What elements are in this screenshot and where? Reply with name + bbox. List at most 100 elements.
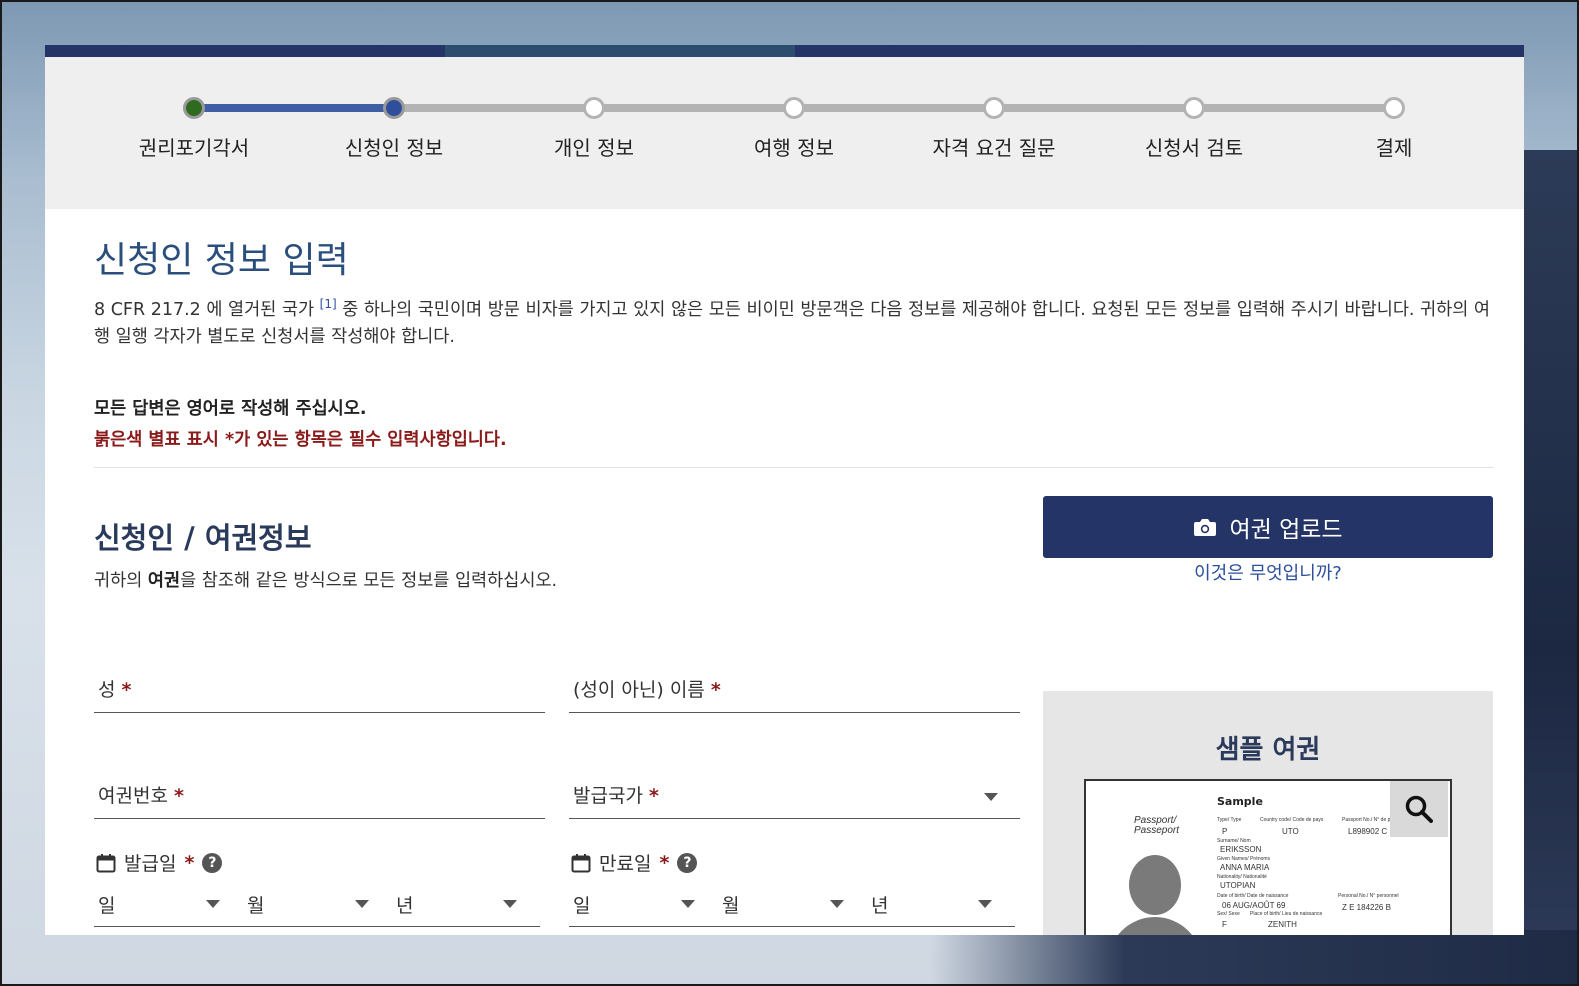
divider: [94, 467, 1494, 468]
chevron-down-icon: [984, 793, 998, 801]
help-icon[interactable]: ?: [202, 852, 223, 873]
pp-field-label: Personal No./ N° personnel: [1338, 893, 1399, 899]
step-dot-6: [1183, 97, 1205, 119]
issue-date-selects: 일 월 년: [94, 887, 540, 927]
pp-field-label: Sex/ Sexe: [1217, 911, 1240, 917]
pp-field-value: F: [1222, 920, 1227, 929]
pp-field-label: Country code/ Code de pays: [1260, 817, 1324, 823]
upload-label: 여권 업로드: [1229, 517, 1343, 543]
track-todo: [394, 104, 1394, 112]
top-bar: [45, 45, 1524, 57]
subtitle-part: 을 참조해 같은 방식으로 모든 정보를 입력하십시오.: [180, 571, 558, 591]
portrait-silhouette-body: [1108, 917, 1202, 935]
passport-number-field[interactable]: 여권번호 *: [94, 773, 545, 819]
issue-date-label: 발급일 *?: [96, 849, 223, 876]
footnote-link[interactable]: [1]: [320, 297, 337, 311]
given-name-label: (성이 아닌) 이름: [573, 679, 705, 701]
required-mark: *: [648, 785, 659, 807]
passport-number-label: 여권번호: [98, 785, 168, 807]
pp-field-value: L898902 C: [1348, 827, 1388, 836]
english-note: 모든 답변은 영어로 작성해 주십시오.: [94, 398, 367, 419]
intro-text: 8 CFR 217.2 에 열거된 국가 [1] 중 하나의 국민이며 방문 비…: [94, 291, 1494, 351]
chevron-down-icon: [355, 900, 369, 908]
pp-field-label: Place of birth/ Lieu de naissance: [1250, 911, 1323, 917]
required-mark: *: [710, 679, 721, 701]
page-content: 신청인 정보 입력 8 CFR 217.2 에 열거된 국가 [1] 중 하나의…: [94, 209, 1495, 451]
chevron-down-icon: [978, 900, 992, 908]
pp-field-value: Z E 184226 B: [1342, 903, 1391, 912]
issue-year-select[interactable]: 년: [396, 891, 413, 918]
issue-day-select[interactable]: 일: [98, 891, 115, 918]
given-name-field[interactable]: (성이 아닌) 이름 *: [569, 667, 1020, 713]
pp-field-value: ZENITH: [1268, 920, 1297, 929]
passport-upload-button[interactable]: 여권 업로드: [1043, 496, 1493, 558]
issuing-country-select[interactable]: 발급국가 *: [569, 773, 1020, 819]
step-label-personal: 개인 정보: [554, 136, 634, 160]
section-subtitle: 귀하의 여권을 참조해 같은 방식으로 모든 정보를 입력하십시오.: [94, 567, 557, 592]
issuing-country-label: 발급국가: [573, 785, 643, 807]
pp-field-label: Date of birth/ Date de naissance: [1217, 893, 1289, 899]
expiry-month-select[interactable]: 월: [722, 891, 739, 918]
progress-stepper: 권리포기각서 신청인 정보 개인 정보 여행 정보 자격 요건 질문 신청서 검…: [45, 57, 1524, 209]
pp-field-label: Given Names/ Prénoms: [1217, 856, 1271, 862]
pp-field-label: Nationality/ Nationalité: [1217, 874, 1267, 880]
required-mark: *: [173, 785, 184, 807]
calendar-icon: [571, 853, 591, 872]
surname-field[interactable]: 성 *: [94, 667, 545, 713]
pp-field-value: ANNA MARIA: [1220, 863, 1270, 872]
sample-title: 샘플 여권: [1215, 735, 1321, 765]
pp-field-value: P: [1222, 827, 1228, 836]
required-note: 붉은색 별표 표시 *가 있는 항목은 필수 입력사항입니다.: [94, 429, 507, 450]
step-label-eligibility: 자격 요건 질문: [932, 136, 1056, 160]
expiry-year-select[interactable]: 년: [871, 891, 888, 918]
track-done: [194, 104, 394, 112]
application-panel: 권리포기각서 신청인 정보 개인 정보 여행 정보 자격 요건 질문 신청서 검…: [45, 45, 1524, 935]
pp-field-label: Surname/ Nom: [1217, 838, 1251, 844]
surname-label: 성: [98, 679, 116, 701]
step-dot-5: [983, 97, 1005, 119]
required-mark: *: [121, 679, 132, 701]
step-label-applicant[interactable]: 신청인 정보: [294, 132, 494, 161]
step-label-payment: 결제: [1375, 136, 1413, 160]
portrait-silhouette: [1129, 855, 1181, 915]
subtitle-bold: 여권: [147, 571, 181, 591]
pp-field-value: 06 AUG/AOÛT 69: [1222, 901, 1286, 910]
chevron-down-icon: [681, 900, 695, 908]
expiry-date-text: 만료일: [599, 853, 652, 875]
step-dot-3: [583, 97, 605, 119]
sample-passport-box: 샘플 여권 Sample Passport/ Passeport Type/ T…: [1043, 691, 1493, 935]
step-dot-7: [1383, 97, 1405, 119]
subtitle-part: 귀하의: [94, 571, 148, 591]
expiry-date-selects: 일 월 년: [569, 887, 1015, 927]
sample-word: Sample: [1217, 795, 1263, 808]
chevron-down-icon: [206, 900, 220, 908]
what-is-this-link[interactable]: 이것은 무엇입니까?: [1043, 559, 1493, 585]
pp-field-label: Type/ Type: [1217, 817, 1242, 823]
search-icon: [1405, 795, 1433, 823]
chevron-down-icon: [503, 900, 517, 908]
step-dot-4: [783, 97, 805, 119]
step-label-waiver[interactable]: 권리포기각서: [94, 132, 294, 161]
sample-passport-image[interactable]: Sample Passport/ Passeport Type/ Type P …: [1084, 779, 1452, 935]
issue-month-select[interactable]: 월: [247, 891, 264, 918]
issue-date-text: 발급일: [124, 853, 177, 875]
step-label-review: 신청서 검토: [1144, 136, 1244, 160]
pp-field-value: ERIKSSON: [1220, 845, 1262, 854]
zoom-button[interactable]: [1390, 781, 1448, 837]
pp-field-value: UTOPIAN: [1220, 881, 1256, 890]
chevron-down-icon: [830, 900, 844, 908]
passport-label-fr: Passeport: [1134, 825, 1180, 836]
expiry-day-select[interactable]: 일: [573, 891, 590, 918]
intro-text-part: 8 CFR 217.2 에 열거된 국가: [94, 299, 320, 320]
required-mark: *: [659, 851, 670, 874]
page-title: 신청인 정보 입력: [94, 240, 349, 281]
step-label-travel: 여행 정보: [754, 136, 834, 160]
step-dot-2: [383, 97, 405, 119]
camera-icon: [1194, 519, 1217, 536]
required-mark: *: [184, 851, 195, 874]
help-icon[interactable]: ?: [677, 852, 698, 873]
pp-field-value: UTO: [1282, 827, 1299, 836]
background-flag-bottom: [930, 930, 1579, 986]
step-dot-1: [183, 97, 205, 119]
expiry-date-label: 만료일 *?: [571, 849, 698, 876]
